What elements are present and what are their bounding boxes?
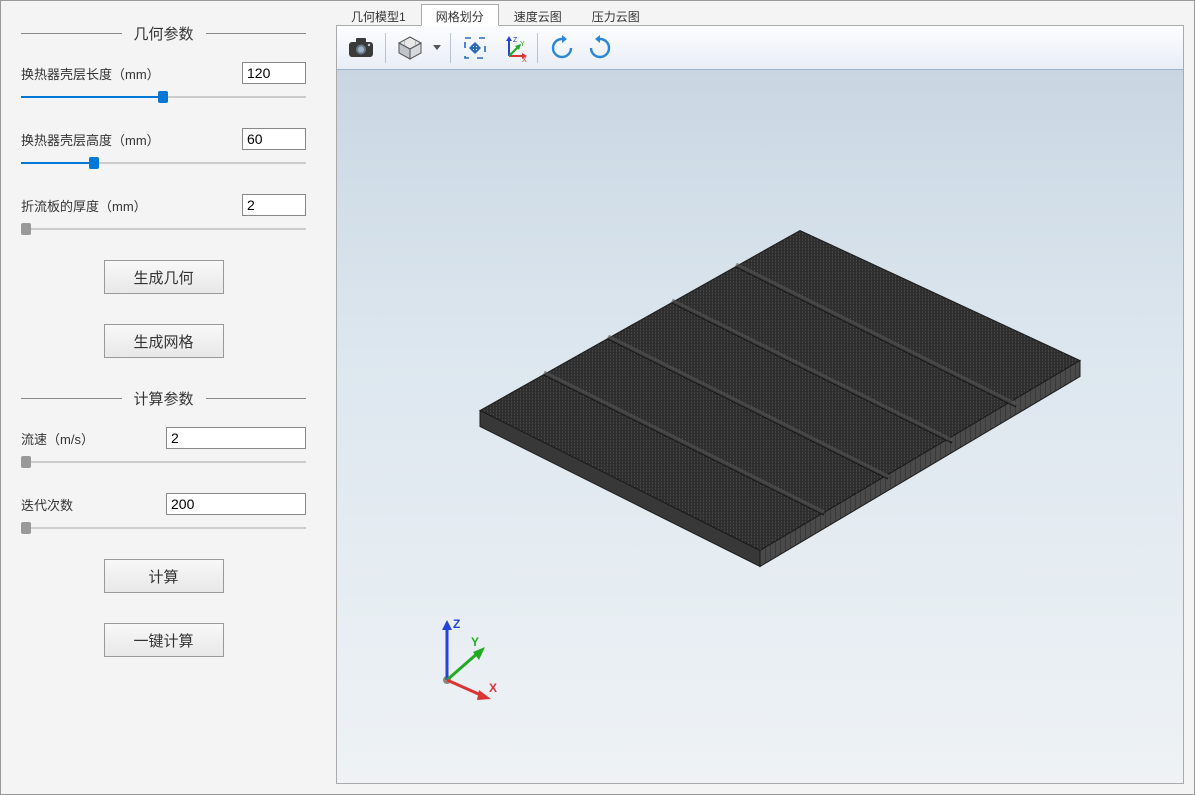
param-label-thickness: 折流板的厚度（mm） [21, 196, 242, 215]
param-input-thickness[interactable] [242, 194, 306, 216]
fit-view-button[interactable] [457, 30, 493, 66]
slider-height[interactable] [21, 154, 306, 172]
svg-text:Y: Y [520, 41, 525, 48]
group-header-geometry: 几何参数 [21, 23, 306, 44]
slider-length[interactable] [21, 88, 306, 106]
viewport-toolbar: Z Y X [337, 26, 1183, 70]
axes-icon: Z Y X [499, 34, 527, 62]
sidebar: 几何参数 换热器壳层长度（mm） 换热器壳层高度（mm） 折流板的厚度（mm） [1, 1, 326, 794]
param-label-height: 换热器壳层高度（mm） [21, 130, 242, 149]
slider-iter[interactable] [21, 519, 306, 537]
rotate-cw-icon [587, 35, 613, 61]
group-title-geometry: 几何参数 [122, 23, 206, 44]
rotate-cw-button[interactable] [582, 30, 618, 66]
calculate-button[interactable]: 计算 [104, 559, 224, 593]
main-area: 几何模型1 网格划分 速度云图 压力云图 [326, 1, 1194, 794]
param-label-iter: 迭代次数 [21, 495, 166, 514]
svg-text:X: X [522, 57, 527, 62]
param-input-length[interactable] [242, 62, 306, 84]
axes-toggle-button[interactable]: Z Y X [495, 30, 531, 66]
group-header-calc: 计算参数 [21, 388, 306, 409]
axis-label-y: Y [471, 635, 479, 649]
fit-view-icon [462, 35, 488, 61]
param-label-speed: 流速（m/s） [21, 429, 166, 448]
generate-mesh-button[interactable]: 生成网格 [104, 324, 224, 358]
viewport-3d[interactable]: Z Y X [337, 70, 1183, 783]
axis-label-x: X [489, 681, 497, 695]
view-cube-dropdown[interactable] [430, 30, 444, 66]
onekey-calculate-button[interactable]: 一键计算 [104, 623, 224, 657]
param-label-length: 换热器壳层长度（mm） [21, 64, 242, 83]
tab-bar: 几何模型1 网格划分 速度云图 压力云图 [336, 3, 1184, 25]
param-input-iter[interactable] [166, 493, 306, 515]
slider-speed[interactable] [21, 453, 306, 471]
tab-pane: Z Y X [336, 25, 1184, 784]
axis-triad: Z Y X [417, 610, 507, 703]
tab-pressure-cloud[interactable]: 压力云图 [577, 4, 655, 26]
camera-icon [348, 37, 374, 59]
rotate-ccw-icon [549, 35, 575, 61]
chevron-down-icon [433, 45, 441, 50]
rotate-ccw-button[interactable] [544, 30, 580, 66]
cube-icon [397, 35, 423, 61]
camera-button[interactable] [343, 30, 379, 66]
axis-label-z: Z [453, 617, 460, 631]
group-title-calc: 计算参数 [122, 388, 206, 409]
view-cube-button[interactable] [392, 30, 428, 66]
svg-text:Z: Z [513, 37, 518, 44]
param-input-speed[interactable] [166, 427, 306, 449]
tab-velocity-cloud[interactable]: 速度云图 [499, 4, 577, 26]
tab-mesh[interactable]: 网格划分 [421, 4, 499, 26]
mesh-model [420, 221, 1100, 604]
tab-geometry-model[interactable]: 几何模型1 [336, 4, 421, 26]
param-input-height[interactable] [242, 128, 306, 150]
slider-thickness[interactable] [21, 220, 306, 238]
generate-geometry-button[interactable]: 生成几何 [104, 260, 224, 294]
